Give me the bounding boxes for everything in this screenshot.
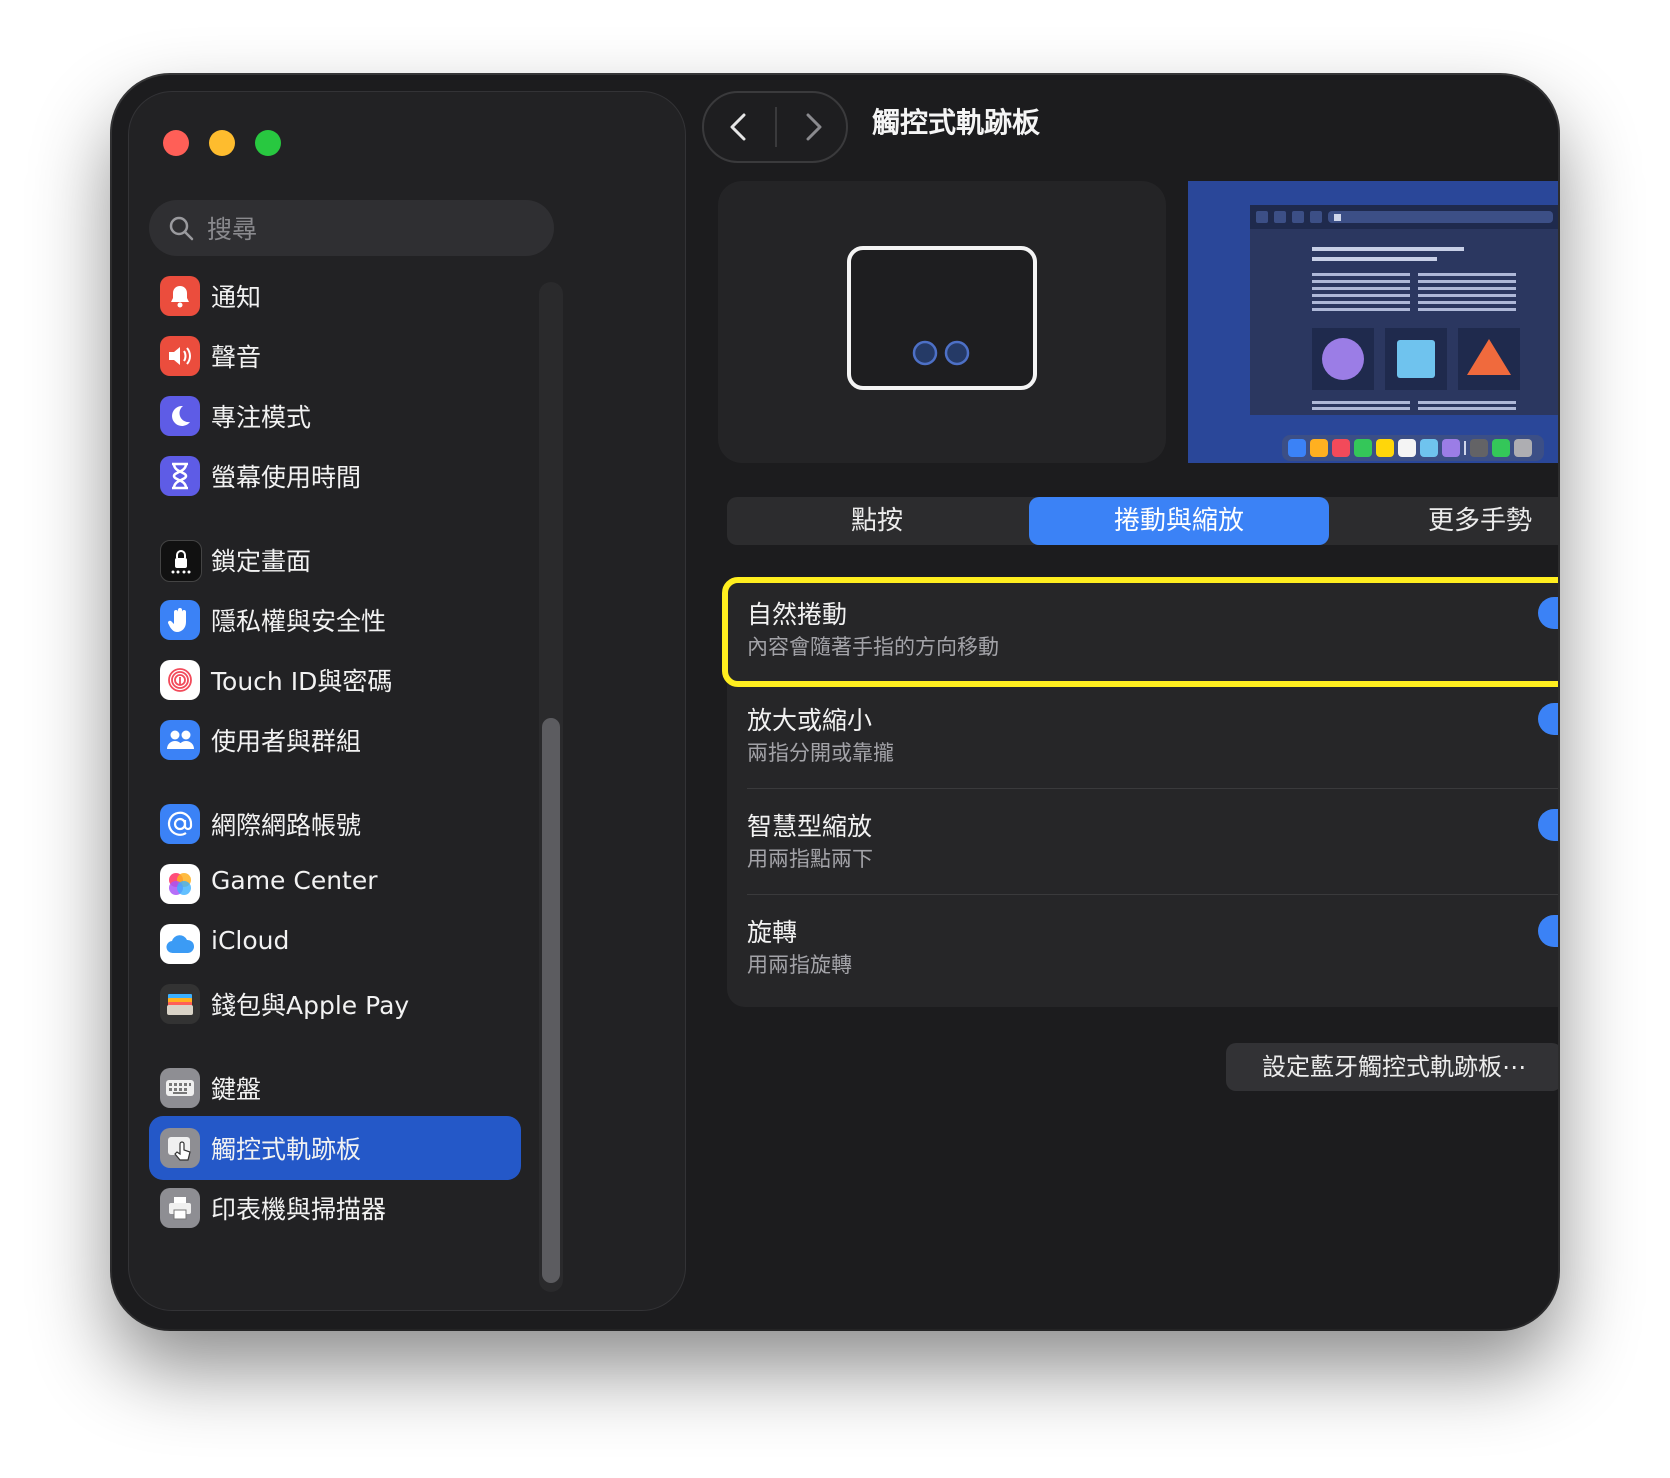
sidebar-item-label: 錢包與Apple Pay: [211, 991, 410, 1020]
forward-button[interactable]: [790, 105, 834, 149]
sidebar-item-label: iCloud: [211, 926, 290, 955]
sidebar-item-label: Touch ID與密碼: [211, 667, 393, 696]
speaker-icon: [160, 336, 200, 376]
trackpad-icon: [160, 1128, 200, 1168]
back-button[interactable]: [718, 105, 762, 149]
setting-row-smart-zoom: 智慧型縮放 用兩指點兩下: [727, 789, 1558, 895]
sidebar-item-label: 使用者與群組: [211, 727, 362, 756]
sidebar-item-wallet[interactable]: 錢包與Apple Pay: [149, 972, 521, 1036]
zoom-button[interactable]: [255, 130, 281, 156]
sidebar: 通知 聲音 專注模式 螢幕使用時間 鎖定畫面: [128, 91, 686, 1311]
sidebar-item-label: 螢幕使用時間: [211, 463, 362, 492]
minimize-button[interactable]: [209, 130, 235, 156]
tab-point-click[interactable]: 點按: [727, 497, 1027, 545]
gesture-preview: [718, 181, 1166, 463]
sidebar-item-users-groups[interactable]: 使用者與群組: [149, 708, 521, 772]
sidebar-item-label: 聲音: [211, 343, 262, 372]
search-icon: [169, 216, 194, 241]
setting-row-zoom: 放大或縮小 兩指分開或靠攏: [727, 683, 1558, 789]
hourglass-icon: [160, 456, 200, 496]
scroll-demo-preview: [1188, 181, 1558, 463]
scrollbar-thumb[interactable]: [542, 718, 560, 1283]
settings-list: 自然捲動 內容會隨著手指的方向移動 放大或縮小 兩指分開或靠攏 智慧型縮放 用兩…: [727, 577, 1558, 1007]
close-button[interactable]: [163, 130, 189, 156]
setting-title: 旋轉: [747, 918, 798, 947]
sidebar-item-label: 鎖定畫面: [211, 547, 312, 576]
sidebar-scrollbar[interactable]: [539, 282, 563, 1292]
sidebar-item-label: 隱私權與安全性: [211, 607, 387, 636]
sidebar-item-label: 專注模式: [211, 403, 312, 432]
setting-row-natural-scrolling: 自然捲動 內容會隨著手指的方向移動: [727, 577, 1558, 683]
setting-subtitle: 用兩指旋轉: [747, 953, 852, 977]
rotate-toggle[interactable]: [1538, 915, 1558, 947]
sidebar-item-notifications[interactable]: 通知: [149, 264, 521, 328]
lock-icon: [160, 540, 202, 582]
navigation-buttons: [702, 91, 848, 163]
tab-more-gestures[interactable]: 更多手勢: [1330, 497, 1558, 545]
printer-icon: [160, 1188, 200, 1228]
fingerprint-icon: [160, 660, 200, 700]
natural-scrolling-toggle[interactable]: [1538, 597, 1558, 629]
setting-title: 自然捲動: [747, 600, 848, 629]
desktop-illustration-icon: [1188, 181, 1558, 463]
chevron-left-icon: [730, 113, 746, 141]
sidebar-item-label: 觸控式軌跡板: [211, 1135, 362, 1164]
sidebar-item-lock-screen[interactable]: 鎖定畫面: [149, 528, 521, 592]
search-field[interactable]: [149, 200, 554, 256]
wallet-icon: [160, 984, 200, 1024]
sidebar-item-internet-accounts[interactable]: 網際網路帳號: [149, 792, 521, 856]
chevron-right-icon: [806, 113, 822, 141]
game-center-icon: [160, 864, 200, 904]
trackpad-illustration-icon: [847, 246, 1037, 390]
setting-title: 放大或縮小: [747, 706, 873, 735]
bell-icon: [160, 276, 200, 316]
keyboard-icon: [160, 1068, 200, 1108]
segmented-control: 點按 捲動與縮放 更多手勢: [727, 497, 1558, 545]
sidebar-item-touch-id[interactable]: Touch ID與密碼: [149, 648, 521, 712]
sidebar-item-label: 鍵盤: [211, 1075, 262, 1104]
sidebar-item-icloud[interactable]: iCloud: [149, 912, 521, 976]
sidebar-item-screen-time[interactable]: 螢幕使用時間: [149, 444, 521, 508]
setup-bluetooth-trackpad-button[interactable]: 設定藍牙觸控式軌跡板⋯: [1226, 1043, 1558, 1091]
sidebar-item-label: 印表機與掃描器: [211, 1195, 387, 1224]
moon-icon: [160, 396, 200, 436]
setting-subtitle: 兩指分開或靠攏: [747, 741, 894, 765]
sidebar-item-privacy[interactable]: 隱私權與安全性: [149, 588, 521, 652]
sidebar-item-label: Game Center: [211, 866, 378, 895]
setting-row-rotate: 旋轉 用兩指旋轉: [727, 895, 1558, 1001]
settings-window: 通知 聲音 專注模式 螢幕使用時間 鎖定畫面: [112, 75, 1558, 1329]
setting-subtitle: 用兩指點兩下: [747, 847, 873, 871]
sidebar-item-keyboard[interactable]: 鍵盤: [149, 1056, 521, 1120]
sidebar-item-printers[interactable]: 印表機與掃描器: [149, 1176, 521, 1240]
zoom-toggle[interactable]: [1538, 703, 1558, 735]
tab-scroll-zoom[interactable]: 捲動與縮放: [1029, 497, 1329, 545]
sidebar-item-label: 網際網路帳號: [211, 811, 362, 840]
hand-icon: [160, 600, 200, 640]
sidebar-item-focus[interactable]: 專注模式: [149, 384, 521, 448]
cloud-icon: [160, 924, 200, 964]
page-title: 觸控式軌跡板: [872, 106, 1041, 139]
setting-subtitle: 內容會隨著手指的方向移動: [747, 635, 999, 659]
sidebar-item-sound[interactable]: 聲音: [149, 324, 521, 388]
divider: [775, 107, 777, 147]
sidebar-item-game-center[interactable]: Game Center: [149, 852, 521, 916]
sidebar-item-trackpad[interactable]: 觸控式軌跡板: [149, 1116, 521, 1180]
sidebar-item-label: 通知: [211, 283, 262, 312]
setting-title: 智慧型縮放: [747, 812, 873, 841]
search-input[interactable]: [205, 206, 539, 252]
at-icon: [160, 804, 200, 844]
users-icon: [160, 720, 200, 760]
smart-zoom-toggle[interactable]: [1538, 809, 1558, 841]
